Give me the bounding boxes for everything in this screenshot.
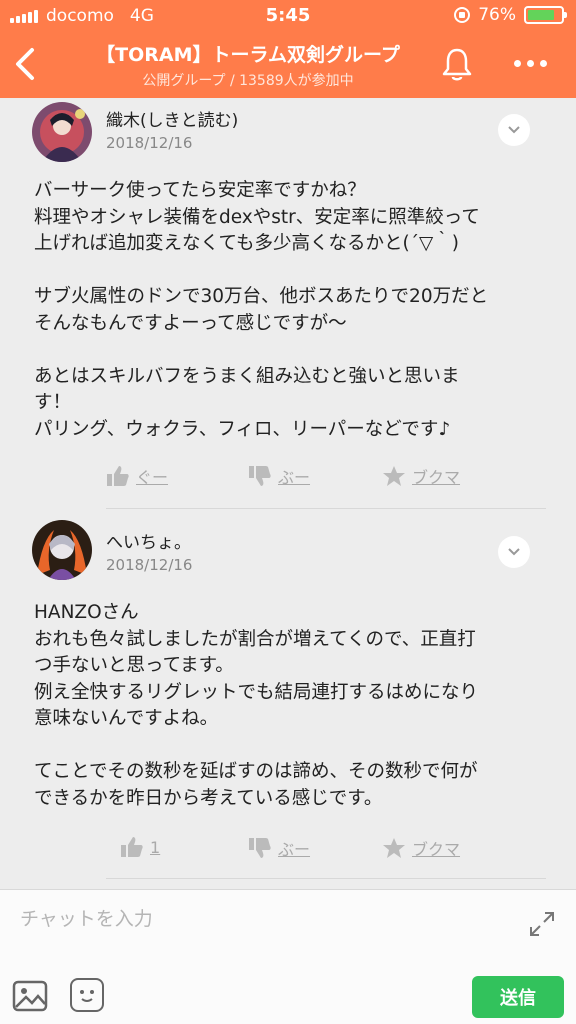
author-name: 織木(しきと読む) bbox=[106, 111, 239, 131]
post-line: サブ火属性のドンで30万台、他ボスあたりで20万だと bbox=[34, 286, 489, 307]
post-body: バーサーク使ってたら安定率ですかね？ 料理やオシャレ装備をdexやstr、安定率… bbox=[34, 178, 544, 443]
thumbs-up-icon bbox=[121, 837, 143, 857]
bad-button[interactable]: ぶー bbox=[248, 464, 310, 488]
post-actions: ぐー ぶー ブクマ bbox=[0, 464, 576, 494]
bookmark-button[interactable]: ブクマ bbox=[382, 464, 460, 488]
post-line: す！ bbox=[34, 392, 72, 413]
good-label: ぐー bbox=[136, 468, 169, 487]
chevron-down-icon[interactable] bbox=[498, 114, 530, 146]
good-button[interactable]: ぐー bbox=[106, 464, 168, 488]
good-button[interactable]: 1 bbox=[120, 836, 160, 858]
more-options-icon[interactable] bbox=[514, 60, 547, 67]
thumbs-up-icon bbox=[107, 466, 129, 486]
post: 織木(しきと読む) 2018/12/16 バーサーク使ってたら安定率ですかね？ … bbox=[0, 98, 576, 509]
thumbs-down-icon bbox=[249, 838, 271, 858]
post-line: 料理やオシャレ装備をdexやstr、安定率に照準絞って bbox=[34, 206, 480, 228]
avatar[interactable] bbox=[32, 102, 92, 162]
image-icon[interactable] bbox=[12, 980, 48, 1012]
star-icon bbox=[383, 838, 405, 858]
post-line: つ手ないと思ってます。 bbox=[34, 655, 234, 676]
orientation-lock-icon bbox=[454, 7, 471, 23]
post: へいちょ。 2018/12/16 HANZOさん おれも色々試しましたが割合が増… bbox=[0, 520, 576, 880]
post-line: あとはスキルバフをうまく組み込むと強いと思いま bbox=[34, 365, 460, 387]
divider bbox=[106, 878, 546, 879]
post-line: HANZOさん bbox=[34, 602, 139, 623]
post-line: できるかを昨日から考えている感じです。 bbox=[34, 787, 383, 809]
bad-label: ぶー bbox=[278, 468, 311, 487]
star-icon bbox=[383, 466, 405, 486]
post-line bbox=[34, 258, 544, 285]
post-date: 2018/12/16 bbox=[106, 134, 193, 152]
bookmark-button[interactable]: ブクマ bbox=[382, 836, 460, 860]
post-actions: 1 ぶー ブクマ bbox=[0, 836, 576, 866]
post-line: そんなもんですよーって感じですが〜 bbox=[34, 312, 347, 334]
post-line: パリング、ウォクラ、フィロ、リーパーなどです♪ bbox=[34, 418, 451, 440]
bookmark-label: ブクマ bbox=[412, 840, 461, 859]
chevron-down-icon[interactable] bbox=[498, 536, 530, 568]
group-title: 【TORAM】トーラム双剣グループ bbox=[96, 44, 400, 66]
avatar[interactable] bbox=[32, 520, 92, 580]
divider bbox=[106, 508, 546, 509]
post-line: 意味ないんですよね。 bbox=[34, 708, 219, 729]
thumbs-down-icon bbox=[249, 466, 271, 486]
post-line: 上げれば追加変えなくても多少高くなるかと(´▽｀) bbox=[34, 233, 459, 254]
post-line bbox=[34, 733, 544, 760]
post-line: バーサーク使ってたら安定率ですかね？ bbox=[34, 180, 366, 201]
send-button[interactable]: 送信 bbox=[472, 976, 564, 1018]
group-subtitle: 公開グループ / 13589人が参加中 bbox=[142, 73, 354, 89]
chat-input[interactable]: チャットを入力 bbox=[20, 904, 153, 931]
bad-label: ぶー bbox=[278, 840, 311, 859]
author-name: へいちょ。 bbox=[106, 533, 191, 553]
status-bar: docomo 4G 5:45 76% bbox=[0, 0, 576, 32]
group-header: 【TORAM】トーラム双剣グループ 公開グループ / 13589人が参加中 bbox=[0, 32, 576, 98]
post-line bbox=[34, 337, 544, 364]
post-body: HANZOさん おれも色々試しましたが割合が増えてくので、正直打 つ手ないと思っ… bbox=[34, 600, 544, 812]
post-line: てことでその数秒を延ばすのは諦め、その数秒で何が bbox=[34, 761, 478, 782]
back-arrow-icon[interactable] bbox=[12, 46, 40, 82]
chat-input-area: チャットを入力 送信 bbox=[0, 889, 576, 1024]
expand-icon[interactable] bbox=[528, 910, 556, 938]
bookmark-label: ブクマ bbox=[412, 468, 461, 487]
bad-button[interactable]: ぶー bbox=[248, 836, 310, 860]
good-count: 1 bbox=[150, 837, 161, 857]
post-date: 2018/12/16 bbox=[106, 556, 193, 574]
battery-icon bbox=[524, 6, 567, 24]
sticker-icon[interactable] bbox=[70, 978, 104, 1012]
post-line: おれも色々試しましたが割合が増えてくので、正直打 bbox=[34, 628, 476, 650]
bell-icon[interactable] bbox=[440, 46, 474, 82]
battery-percent: 76% bbox=[478, 5, 516, 25]
post-line: 例え全快するリグレットでも結局連打するはめになり bbox=[34, 681, 479, 703]
